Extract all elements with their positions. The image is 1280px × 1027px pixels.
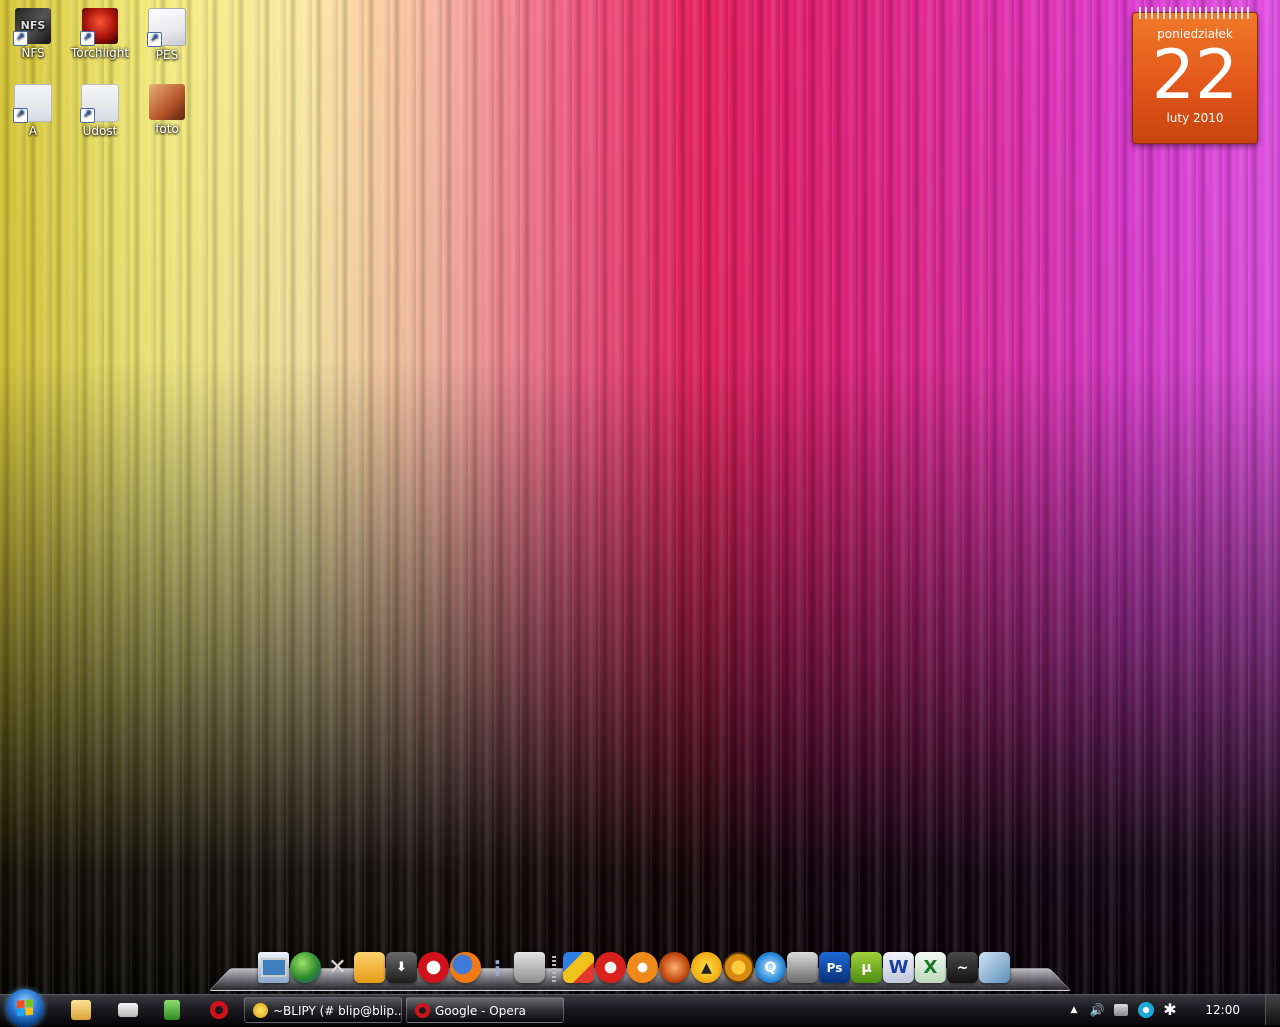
opera-icon[interactable]: [418, 952, 449, 983]
steam-icon[interactable]: ~: [947, 952, 978, 983]
dock: ✕ ⬇ ⋮ ▲ Q Ps µ W X ~: [258, 952, 1010, 986]
utorrent-icon[interactable]: µ: [851, 952, 882, 983]
signal-icon[interactable]: ⋮: [482, 952, 513, 983]
desktop-icon-label: A: [28, 124, 38, 138]
shortcut-arrow-icon: ↗: [80, 108, 95, 123]
desktop-wallpaper: [0, 0, 1280, 1024]
network-icon[interactable]: [1114, 1004, 1128, 1016]
green-app-quicklaunch-icon[interactable]: [164, 1000, 180, 1020]
aimp-icon[interactable]: ▲: [691, 952, 722, 983]
virtualbox-icon[interactable]: [979, 952, 1010, 983]
shortcut-arrow-icon: ↗: [80, 31, 95, 46]
firefox-icon[interactable]: [450, 952, 481, 983]
opera-icon: [415, 1003, 430, 1018]
volume-icon[interactable]: 🔊: [1089, 1002, 1105, 1018]
mail-quicklaunch-icon[interactable]: [118, 1003, 138, 1017]
asterisk-tray-icon[interactable]: ✱: [1162, 1002, 1178, 1018]
taskbar-button-blipy[interactable]: ~BLIPY (# blip@blip....: [244, 997, 402, 1023]
media-icon[interactable]: [659, 952, 690, 983]
desktop-icon-nfs[interactable]: NFS ↗ NFS: [3, 8, 63, 60]
torchlight-game-icon: ↗: [80, 8, 118, 46]
start-button[interactable]: [6, 989, 44, 1027]
explorer-quicklaunch-icon[interactable]: [71, 1000, 91, 1020]
trash-icon[interactable]: [514, 952, 545, 983]
desktop-icon-torchlight[interactable]: ↗ Torchlight: [70, 8, 130, 60]
taskbar-button-label: ~BLIPY (# blip@blip....: [273, 1004, 402, 1018]
tools-icon[interactable]: ✕: [322, 952, 353, 983]
taskbar-button-label: Google - Opera: [435, 1004, 527, 1018]
globe-icon[interactable]: [290, 952, 321, 983]
printer-icon[interactable]: [787, 952, 818, 983]
show-desktop-button[interactable]: [1265, 995, 1280, 1025]
calendar-gadget[interactable]: poniedziałek 22 luty 2010: [1132, 7, 1258, 144]
pes-game-icon: ↗: [147, 8, 186, 47]
shortcut-arrow-icon: ↗: [147, 32, 162, 47]
computer-icon[interactable]: [258, 952, 289, 983]
calendar-day: 22: [1151, 36, 1239, 115]
ccleaner-icon[interactable]: [595, 952, 626, 983]
photo-folder-icon: [149, 84, 185, 120]
desktop-icon-label: NFS: [21, 46, 45, 60]
desktop-icon-label: Udost: [82, 124, 118, 138]
folder-icon: ↗: [80, 84, 119, 123]
cubes-icon[interactable]: [563, 952, 594, 983]
quicktime-icon[interactable]: Q: [755, 952, 786, 983]
desktop-icon-udost[interactable]: ↗ Udost: [70, 84, 130, 138]
taskbar: ~BLIPY (# blip@blip.... Google - Opera ▲…: [0, 989, 1280, 1027]
taskbar-clock[interactable]: 12:00: [1205, 995, 1240, 1025]
nfs-game-icon: NFS ↗: [13, 8, 51, 46]
chat-icon: [253, 1003, 268, 1018]
tray-expand-icon[interactable]: ▲: [1066, 1002, 1082, 1018]
shortcut-arrow-icon: ↗: [13, 108, 28, 123]
windows-logo-icon: [17, 999, 33, 1017]
downloads-icon[interactable]: ⬇: [386, 952, 417, 983]
opera-quicklaunch-icon[interactable]: [210, 1001, 228, 1019]
folder-icon: ↗: [13, 84, 52, 123]
dock-separator: [552, 956, 556, 982]
desktop-icon-foto[interactable]: foto: [137, 84, 197, 136]
word-icon[interactable]: W: [883, 952, 914, 983]
calendar-rings: [1139, 7, 1251, 19]
desktop-icon-label: foto: [155, 122, 179, 136]
desktop-icon-label: Torchlight: [70, 46, 130, 60]
desktop-icon-label: PES: [155, 48, 179, 62]
tray-app-icon[interactable]: [1138, 1002, 1154, 1018]
folder-icon[interactable]: [354, 952, 385, 983]
gom-player-icon[interactable]: [627, 952, 658, 983]
circle-app-icon[interactable]: [723, 952, 754, 983]
shortcut-arrow-icon: ↗: [13, 31, 28, 46]
photoshop-icon[interactable]: Ps: [819, 952, 850, 983]
desktop-icon-a[interactable]: ↗ A: [3, 84, 63, 138]
desktop-icon-pes[interactable]: ↗ PES: [137, 8, 197, 62]
taskbar-button-opera[interactable]: Google - Opera: [406, 997, 564, 1023]
excel-icon[interactable]: X: [915, 952, 946, 983]
